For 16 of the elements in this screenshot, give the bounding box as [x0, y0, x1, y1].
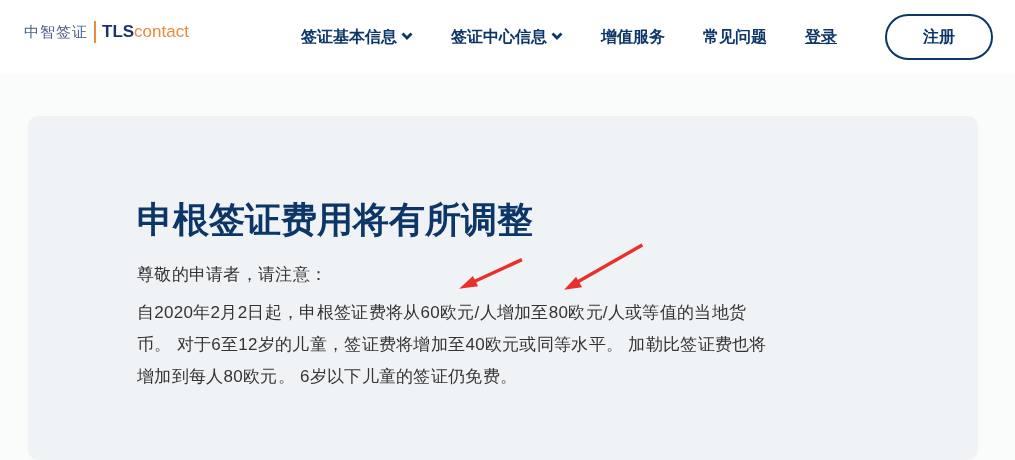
brand-logo: contact — [134, 21, 189, 44]
nav-link[interactable]: 增值服务 — [601, 25, 665, 49]
article-title: 申根签证费用将有所调整 — [137, 198, 534, 242]
logo-text: 中智签证 — [24, 21, 88, 42]
nav-dropdown[interactable]: 签证中心信息 — [451, 25, 563, 49]
logo-divider — [94, 21, 96, 43]
paragraph: 尊敬的申请者，请注意： — [137, 264, 328, 287]
paragraph: 自2020年2月2日起，申根签证费将从60欧元/人增加至80欧元/人或等值的当地货币。 对于6至12岁的儿童，签证费将增加至40欧元或同等水平。 加勒比签证费也将增加到每人80欧元。 6岁以下儿童的签证仍免费。 — [137, 302, 768, 389]
register-button[interactable]: 注册 — [885, 14, 993, 60]
nav-link[interactable]: 常见问题 — [703, 25, 767, 49]
chevron-down-icon — [401, 32, 413, 41]
chevron-down-icon — [551, 32, 563, 41]
arrow-annotation — [459, 258, 523, 289]
brand-logo: TLS — [102, 21, 135, 44]
nav-dropdown[interactable]: 签证基本信息 — [301, 25, 413, 49]
login-link[interactable]: 登录 — [805, 25, 837, 49]
